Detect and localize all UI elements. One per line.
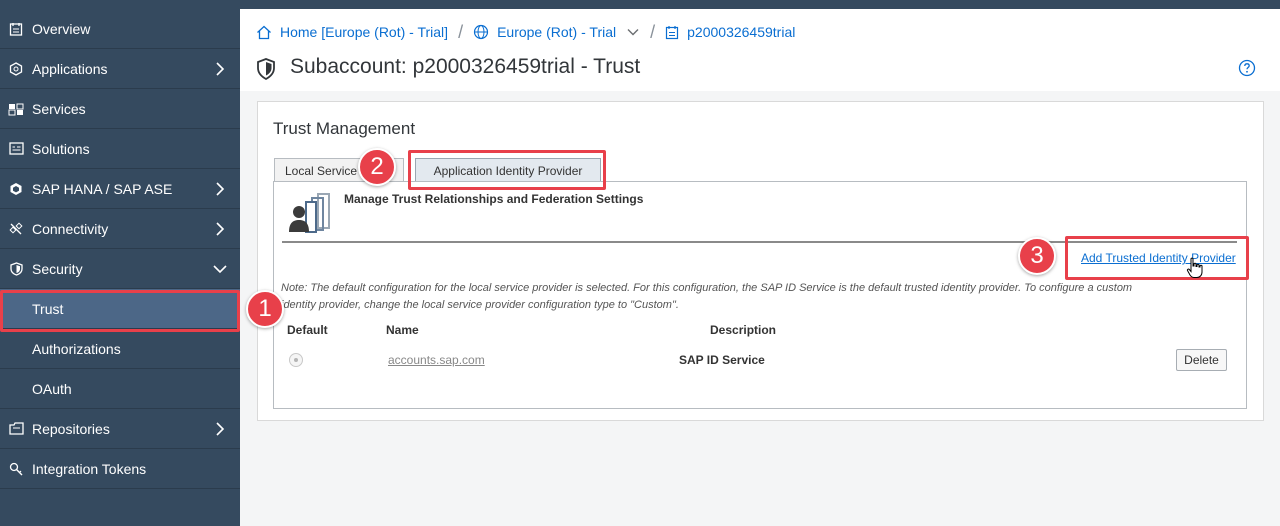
sidebar-item-integration-tokens[interactable]: Integration Tokens [0,449,240,489]
sidebar-item-label: Repositories [32,420,110,437]
connectivity-icon [8,221,24,237]
sidebar-item-label: Solutions [32,140,90,157]
breadcrumb-separator: / [458,21,464,42]
column-header-name: Name [386,323,419,337]
sidebar: Overview Applications Services Solutions… [0,9,240,526]
chevron-right-icon [216,182,225,196]
sidebar-item-services[interactable]: Services [0,89,240,129]
top-shell-bar [0,0,1280,9]
sidebar-item-label: Services [32,100,86,117]
sidebar-item-sap-hana[interactable]: SAP HANA / SAP ASE [0,169,240,209]
page-title: Subaccount: p2000326459trial - Trust [290,55,641,78]
chevron-right-icon [216,422,225,436]
configuration-note: Note: The default configuration for the … [281,280,1231,314]
breadcrumb-home-label: Home [Europe (Rot) - Trial] [280,24,449,40]
key-icon [8,461,24,477]
identity-provider-icon [289,193,330,233]
breadcrumb-subaccount-label: p2000326459trial [687,24,796,40]
sidebar-item-applications[interactable]: Applications [0,49,240,89]
note-line: Note: The default configuration for the … [281,282,1133,294]
document-icon [8,21,24,37]
default-radio[interactable] [289,353,303,367]
shield-icon [8,261,24,277]
hana-icon [8,181,24,197]
manage-trust-heading: Manage Trust Relationships and Federatio… [344,192,644,206]
breadcrumb-home[interactable]: Home [Europe (Rot) - Trial] [256,24,448,40]
chevron-right-icon [216,62,225,76]
breadcrumb-region[interactable]: Europe (Rot) - Trial [473,24,640,40]
window-icon [8,141,24,157]
identity-provider-name-link[interactable]: accounts.sap.com [388,353,485,367]
breadcrumb-subaccount[interactable]: p2000326459trial [665,24,795,40]
breadcrumb-region-label: Europe (Rot) - Trial [497,24,617,40]
sidebar-item-label: OAuth [32,380,72,397]
sidebar-item-label: Overview [32,20,91,37]
column-header-default: Default [287,323,328,337]
chevron-down-icon[interactable] [626,25,640,39]
step-badge-1: 1 [246,290,284,328]
sidebar-item-oauth[interactable]: OAuth [0,369,240,409]
subaccount-icon [666,25,679,39]
globe-icon [473,24,489,40]
sidebar-item-authorizations[interactable]: Authorizations [0,329,240,369]
sidebar-item-security[interactable]: Security [0,249,240,289]
services-icon [8,101,24,117]
chevron-right-icon [216,222,225,236]
highlight-add-trusted-identity-provider [1065,236,1249,280]
sidebar-item-repositories[interactable]: Repositories [0,409,240,449]
hand-cursor-icon [1186,257,1203,278]
column-header-description: Description [710,323,777,337]
step-badge-2: 2 [358,148,396,186]
sidebar-item-label: SAP HANA / SAP ASE [32,180,173,197]
sidebar-item-label: Security [32,260,83,277]
breadcrumb-separator: / [650,21,656,42]
sidebar-item-label: Authorizations [32,340,121,357]
sidebar-item-label: Integration Tokens [32,460,147,477]
highlight-application-identity-provider [408,150,606,190]
home-icon [257,25,271,39]
step-badge-3: 3 [1018,237,1056,275]
highlight-trust [0,290,240,332]
sidebar-item-solutions[interactable]: Solutions [0,129,240,169]
note-line: identity provider, change the local serv… [281,299,679,311]
help-icon[interactable] [1238,59,1256,77]
sidebar-item-overview[interactable]: Overview [0,9,240,49]
repository-icon [8,421,24,437]
tab-label: Local Service [285,163,358,178]
identity-provider-description: SAP ID Service [679,353,765,367]
chevron-down-icon [213,265,227,274]
shield-icon [257,58,275,80]
breadcrumb: Home [Europe (Rot) - Trial] / Europe (Ro… [256,22,795,42]
sidebar-item-connectivity[interactable]: Connectivity [0,209,240,249]
sidebar-item-label: Applications [32,60,108,77]
delete-button[interactable]: Delete [1176,349,1227,371]
section-title: Trust Management [273,119,416,138]
sidebar-item-label: Connectivity [32,220,109,237]
hexagon-icon [8,61,24,77]
